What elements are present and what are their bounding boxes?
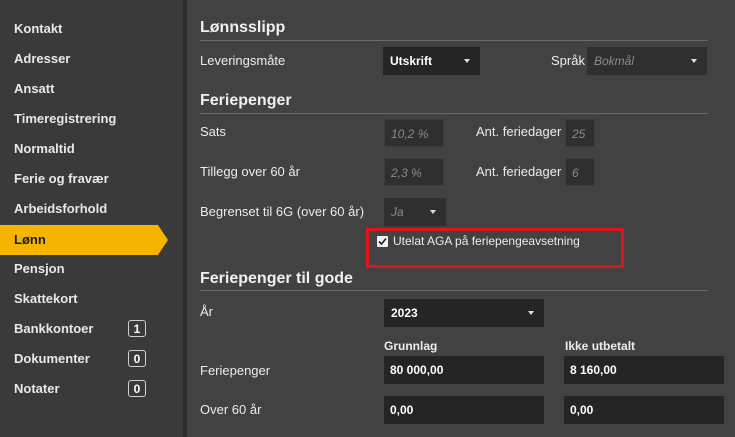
sidebar-item-label: Notater <box>14 381 60 396</box>
sidebar: Kontakt Adresser Ansatt Timeregistrering… <box>0 0 183 437</box>
sprak-value: Bokmål <box>594 54 635 68</box>
leveringsmate-value: Utskrift <box>390 54 433 68</box>
sidebar-item-normaltid[interactable]: Normaltid <box>0 134 158 164</box>
tillegg-input[interactable]: 2,3 % <box>384 158 444 186</box>
sidebar-item-label: Kontakt <box>14 21 63 36</box>
section-title-lonnsslipp: Lønnsslipp <box>200 19 286 36</box>
chevron-down-icon <box>464 59 470 63</box>
sidebar-item-label: Lønn <box>14 232 46 247</box>
sidebar-item-notater[interactable]: Notater 0 <box>0 374 158 404</box>
ar-value: 2023 <box>391 306 418 320</box>
over60-row-label: Over 60 år <box>200 402 262 417</box>
leveringsmate-select[interactable]: Utskrift <box>383 47 480 75</box>
sidebar-item-label: Skattekort <box>14 291 78 306</box>
feriepenger-grunnlag-input[interactable]: 80 000,00 <box>384 356 544 384</box>
highlight-box <box>366 228 624 268</box>
ikke-utbetalt-header: Ikke utbetalt <box>565 339 636 353</box>
sidebar-item-bankkontoer[interactable]: Bankkontoer 1 <box>0 314 158 344</box>
sidebar-item-arbeidsforhold[interactable]: Arbeidsforhold <box>0 194 158 224</box>
over60-ikke-utbetalt-input[interactable]: 0,00 <box>564 396 724 424</box>
tillegg-label: Tillegg over 60 år <box>200 164 300 179</box>
ant-feriedager-over60-label: Ant. feriedager <box>476 164 562 179</box>
sidebar-item-skattekort[interactable]: Skattekort <box>0 284 158 314</box>
count-badge: 0 <box>128 350 146 367</box>
sidebar-item-label: Normaltid <box>14 141 75 156</box>
section-title-feriepenger: Feriepenger <box>200 92 292 109</box>
count-badge: 0 <box>128 380 146 397</box>
sidebar-item-label: Arbeidsforhold <box>14 201 108 216</box>
over60-grunnlag-input[interactable]: 0,00 <box>384 396 544 424</box>
chevron-down-icon <box>430 210 436 214</box>
sidebar-item-kontakt[interactable]: Kontakt <box>0 14 158 44</box>
sidebar-item-label: Dokumenter <box>14 351 90 366</box>
leveringsmate-label: Leveringsmåte <box>200 53 286 68</box>
begrenset-select[interactable]: Ja <box>384 198 446 226</box>
ant-feriedager-label: Ant. feriedager <box>476 124 562 139</box>
section-divider <box>200 290 708 291</box>
chevron-down-icon <box>691 59 697 63</box>
sats-label: Sats <box>200 124 227 139</box>
sidebar-item-dokumenter[interactable]: Dokumenter 0 <box>0 344 158 374</box>
ar-label: År <box>200 304 213 319</box>
sidebar-item-ferie-og-fravaer[interactable]: Ferie og fravær <box>0 164 158 194</box>
ant-feriedager-input[interactable]: 25 <box>565 119 595 147</box>
sprak-select[interactable]: Bokmål <box>587 47 707 75</box>
sidebar-item-label: Ansatt <box>14 81 55 96</box>
grunnlag-header: Grunnlag <box>384 339 438 353</box>
ant-feriedager-over60-input[interactable]: 6 <box>565 158 595 186</box>
sprak-label: Språk <box>551 53 585 68</box>
chevron-down-icon <box>528 311 534 315</box>
sidebar-item-adresser[interactable]: Adresser <box>0 44 158 74</box>
sats-input[interactable]: 10,2 % <box>384 119 444 147</box>
sidebar-item-lonn[interactable]: Lønn <box>0 225 168 255</box>
sidebar-item-label: Adresser <box>14 51 71 66</box>
sidebar-item-ansatt[interactable]: Ansatt <box>0 74 158 104</box>
ar-select[interactable]: 2023 <box>384 299 544 327</box>
count-badge: 1 <box>128 320 146 337</box>
sidebar-item-label: Bankkontoer <box>14 321 94 336</box>
section-divider <box>200 40 708 41</box>
section-divider <box>200 113 708 114</box>
feriepenger-ikke-utbetalt-input[interactable]: 8 160,00 <box>564 356 724 384</box>
begrenset-value: Ja <box>391 205 404 219</box>
begrenset-label: Begrenset til 6G (over 60 år) <box>200 204 365 219</box>
sidebar-item-timeregistrering[interactable]: Timeregistrering <box>0 104 158 134</box>
sidebar-item-label: Pensjon <box>14 261 65 276</box>
section-title-til-gode: Feriepenger til gode <box>200 270 353 287</box>
sidebar-item-pensjon[interactable]: Pensjon <box>0 254 158 284</box>
main-panel: Lønnsslipp Leveringsmåte Utskrift Språk … <box>187 0 735 437</box>
sidebar-item-label: Ferie og fravær <box>14 171 109 186</box>
sidebar-item-label: Timeregistrering <box>14 111 117 126</box>
feriepenger-row-label: Feriepenger <box>200 363 271 378</box>
